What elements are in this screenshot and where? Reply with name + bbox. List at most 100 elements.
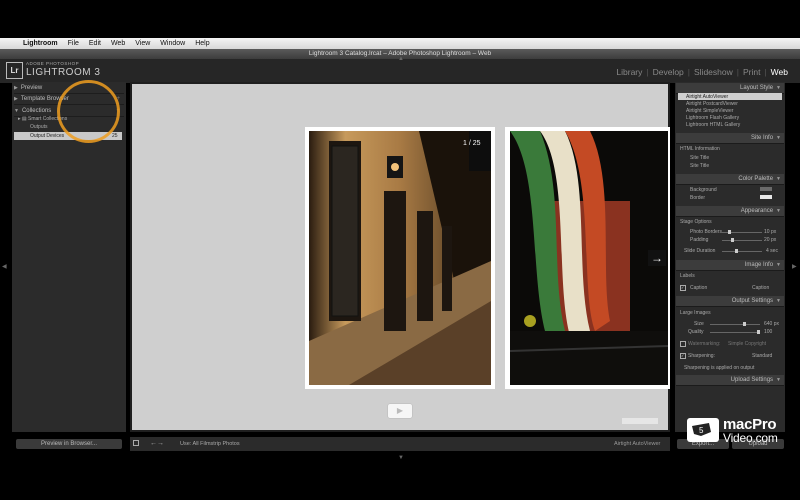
right-panel-toggle-icon[interactable]: ▶: [792, 263, 797, 270]
slider-knob[interactable]: [734, 249, 738, 253]
triangle-down-icon: ▼: [776, 298, 781, 304]
section-title: Output Settings: [731, 298, 774, 304]
layout-style-option[interactable]: Lightroom Flash Gallery: [686, 115, 739, 121]
section-title: Layout Style: [740, 85, 774, 91]
background-color-label: Background: [690, 187, 717, 193]
size-label: Size: [694, 321, 704, 327]
site-info-header[interactable]: Site Info ▼: [676, 133, 784, 144]
padding-label: Padding: [690, 237, 709, 243]
slide-duration-label: Slide Duration: [684, 248, 716, 254]
module-library[interactable]: Library: [612, 67, 646, 77]
size-value: 640 px: [764, 321, 780, 327]
padding-value: 20 px: [764, 237, 777, 243]
photo-flag-building[interactable]: [510, 131, 668, 385]
macprovideo-logo-icon: 5: [687, 418, 719, 442]
module-develop[interactable]: Develop: [649, 67, 688, 77]
quality-label: Quality: [688, 329, 704, 335]
background-color-swatch[interactable]: [760, 187, 772, 191]
border-color-swatch[interactable]: [760, 195, 772, 199]
menu-help[interactable]: Help: [190, 40, 214, 47]
grid-view-icon[interactable]: [133, 440, 139, 446]
collection-label: Outputs: [30, 124, 48, 130]
section-title: Upload Settings: [730, 377, 774, 383]
slide-duration-slider[interactable]: [722, 249, 762, 253]
menu-window[interactable]: Window: [155, 40, 190, 47]
slider-knob[interactable]: [727, 230, 731, 234]
flag-photo-image: [510, 131, 668, 385]
html-information-label: HTML Information: [680, 146, 720, 152]
photo-street-lamp[interactable]: [309, 131, 491, 385]
collection-output-devices: Output Devices: [30, 133, 65, 139]
output-settings-header[interactable]: Output Settings ▼: [676, 296, 784, 307]
top-panel-toggle-icon[interactable]: ▲: [398, 56, 404, 62]
street-photo-image: [309, 131, 491, 385]
site-title-field[interactable]: Site Title: [690, 163, 709, 169]
preview-section-label: Preview: [20, 85, 43, 91]
next-arrow-icon[interactable]: →: [157, 440, 164, 447]
watermarking-checkbox[interactable]: [680, 341, 686, 347]
caption-value-select[interactable]: Caption: [752, 285, 769, 291]
module-picker: Library | Develop | Slideshow | Print | Web: [612, 67, 792, 77]
triangle-down-icon: ▼: [776, 208, 781, 214]
triangle-down-icon: ▼: [776, 135, 781, 141]
quality-value: 100: [764, 329, 773, 335]
module-slideshow[interactable]: Slideshow: [690, 67, 737, 77]
folder-icon: ▸ ▤: [18, 116, 29, 122]
watermark-select[interactable]: Simple Copyright: [728, 341, 766, 347]
previous-arrow-icon[interactable]: ←: [150, 440, 157, 447]
quality-slider[interactable]: [710, 330, 760, 334]
layout-style-option[interactable]: Airtight AutoViewer: [686, 94, 728, 100]
slider-knob[interactable]: [757, 330, 760, 334]
photo-borders-slider[interactable]: [722, 230, 762, 234]
collection-count: 25: [112, 133, 118, 139]
collection-outputs[interactable]: Outputs: [30, 124, 48, 130]
watermarking-label: Watermarking:: [688, 341, 721, 347]
triangle-right-icon: ▶: [14, 96, 18, 102]
use-filmstrip-selector[interactable]: Use: All Filmstrip Photos: [180, 441, 240, 447]
play-button[interactable]: ▶: [388, 404, 412, 418]
layout-style-option[interactable]: Airtight PostcardViewer: [686, 101, 738, 107]
section-title: Site Info: [751, 135, 774, 141]
caption-checkbox[interactable]: ✓: [680, 285, 686, 291]
stage-options-label: Stage Options: [680, 219, 712, 225]
sharpening-checkbox[interactable]: ✓: [680, 353, 686, 359]
upload-settings-header[interactable]: Upload Settings ▼: [676, 375, 784, 386]
menu-view[interactable]: View: [130, 40, 155, 47]
highlight-circle: [57, 80, 120, 143]
menu-edit[interactable]: Edit: [84, 40, 106, 47]
site-title-field[interactable]: Site Title: [690, 155, 709, 161]
watermark-line2: Video.com: [723, 431, 778, 445]
bottom-panel-toggle-icon[interactable]: ▼: [398, 455, 404, 461]
triangle-right-icon: ▶: [14, 85, 18, 91]
border-color-label: Border: [690, 195, 706, 201]
labels-label: Labels: [680, 273, 695, 279]
module-web[interactable]: Web: [767, 67, 792, 77]
sharpening-select[interactable]: Standard: [752, 353, 772, 359]
menu-file[interactable]: File: [63, 40, 84, 47]
logo-graphic: 5: [692, 423, 711, 436]
menu-web[interactable]: Web: [106, 40, 130, 47]
padding-slider[interactable]: [722, 238, 762, 242]
layout-style-option[interactable]: Lightroom HTML Gallery: [686, 122, 740, 128]
color-palette-header[interactable]: Color Palette ▼: [676, 174, 784, 185]
size-slider[interactable]: [710, 322, 760, 326]
large-images-label: Large Images: [680, 310, 711, 316]
image-counter: 1 / 25: [463, 140, 481, 147]
left-panel-toggle-icon[interactable]: ◀: [2, 263, 7, 270]
image-info-header[interactable]: Image Info ▼: [676, 260, 784, 271]
slider-knob[interactable]: [742, 322, 746, 326]
sharpening-note: Sharpening is applied on output: [684, 365, 755, 371]
module-print[interactable]: Print: [739, 67, 764, 77]
current-style-label: Airtight AutoViewer: [614, 441, 661, 447]
menu-app-lightroom[interactable]: Lightroom: [18, 40, 63, 47]
brand-small: ADOBE PHOTOSHOP: [26, 61, 80, 66]
svg-text:5: 5: [699, 426, 704, 435]
next-arrow-button[interactable]: →: [648, 250, 666, 266]
slider-knob[interactable]: [731, 238, 735, 242]
layout-style-option[interactable]: Airtight SimpleViewer: [686, 108, 733, 114]
slide-duration-value: 4 sec: [766, 248, 778, 254]
preview-in-browser-button[interactable]: Preview in Browser...: [16, 439, 122, 449]
triangle-down-icon: ▼: [776, 377, 781, 383]
gallery-watermark-mark: [622, 418, 658, 424]
appearance-header[interactable]: Appearance ▼: [676, 206, 784, 217]
